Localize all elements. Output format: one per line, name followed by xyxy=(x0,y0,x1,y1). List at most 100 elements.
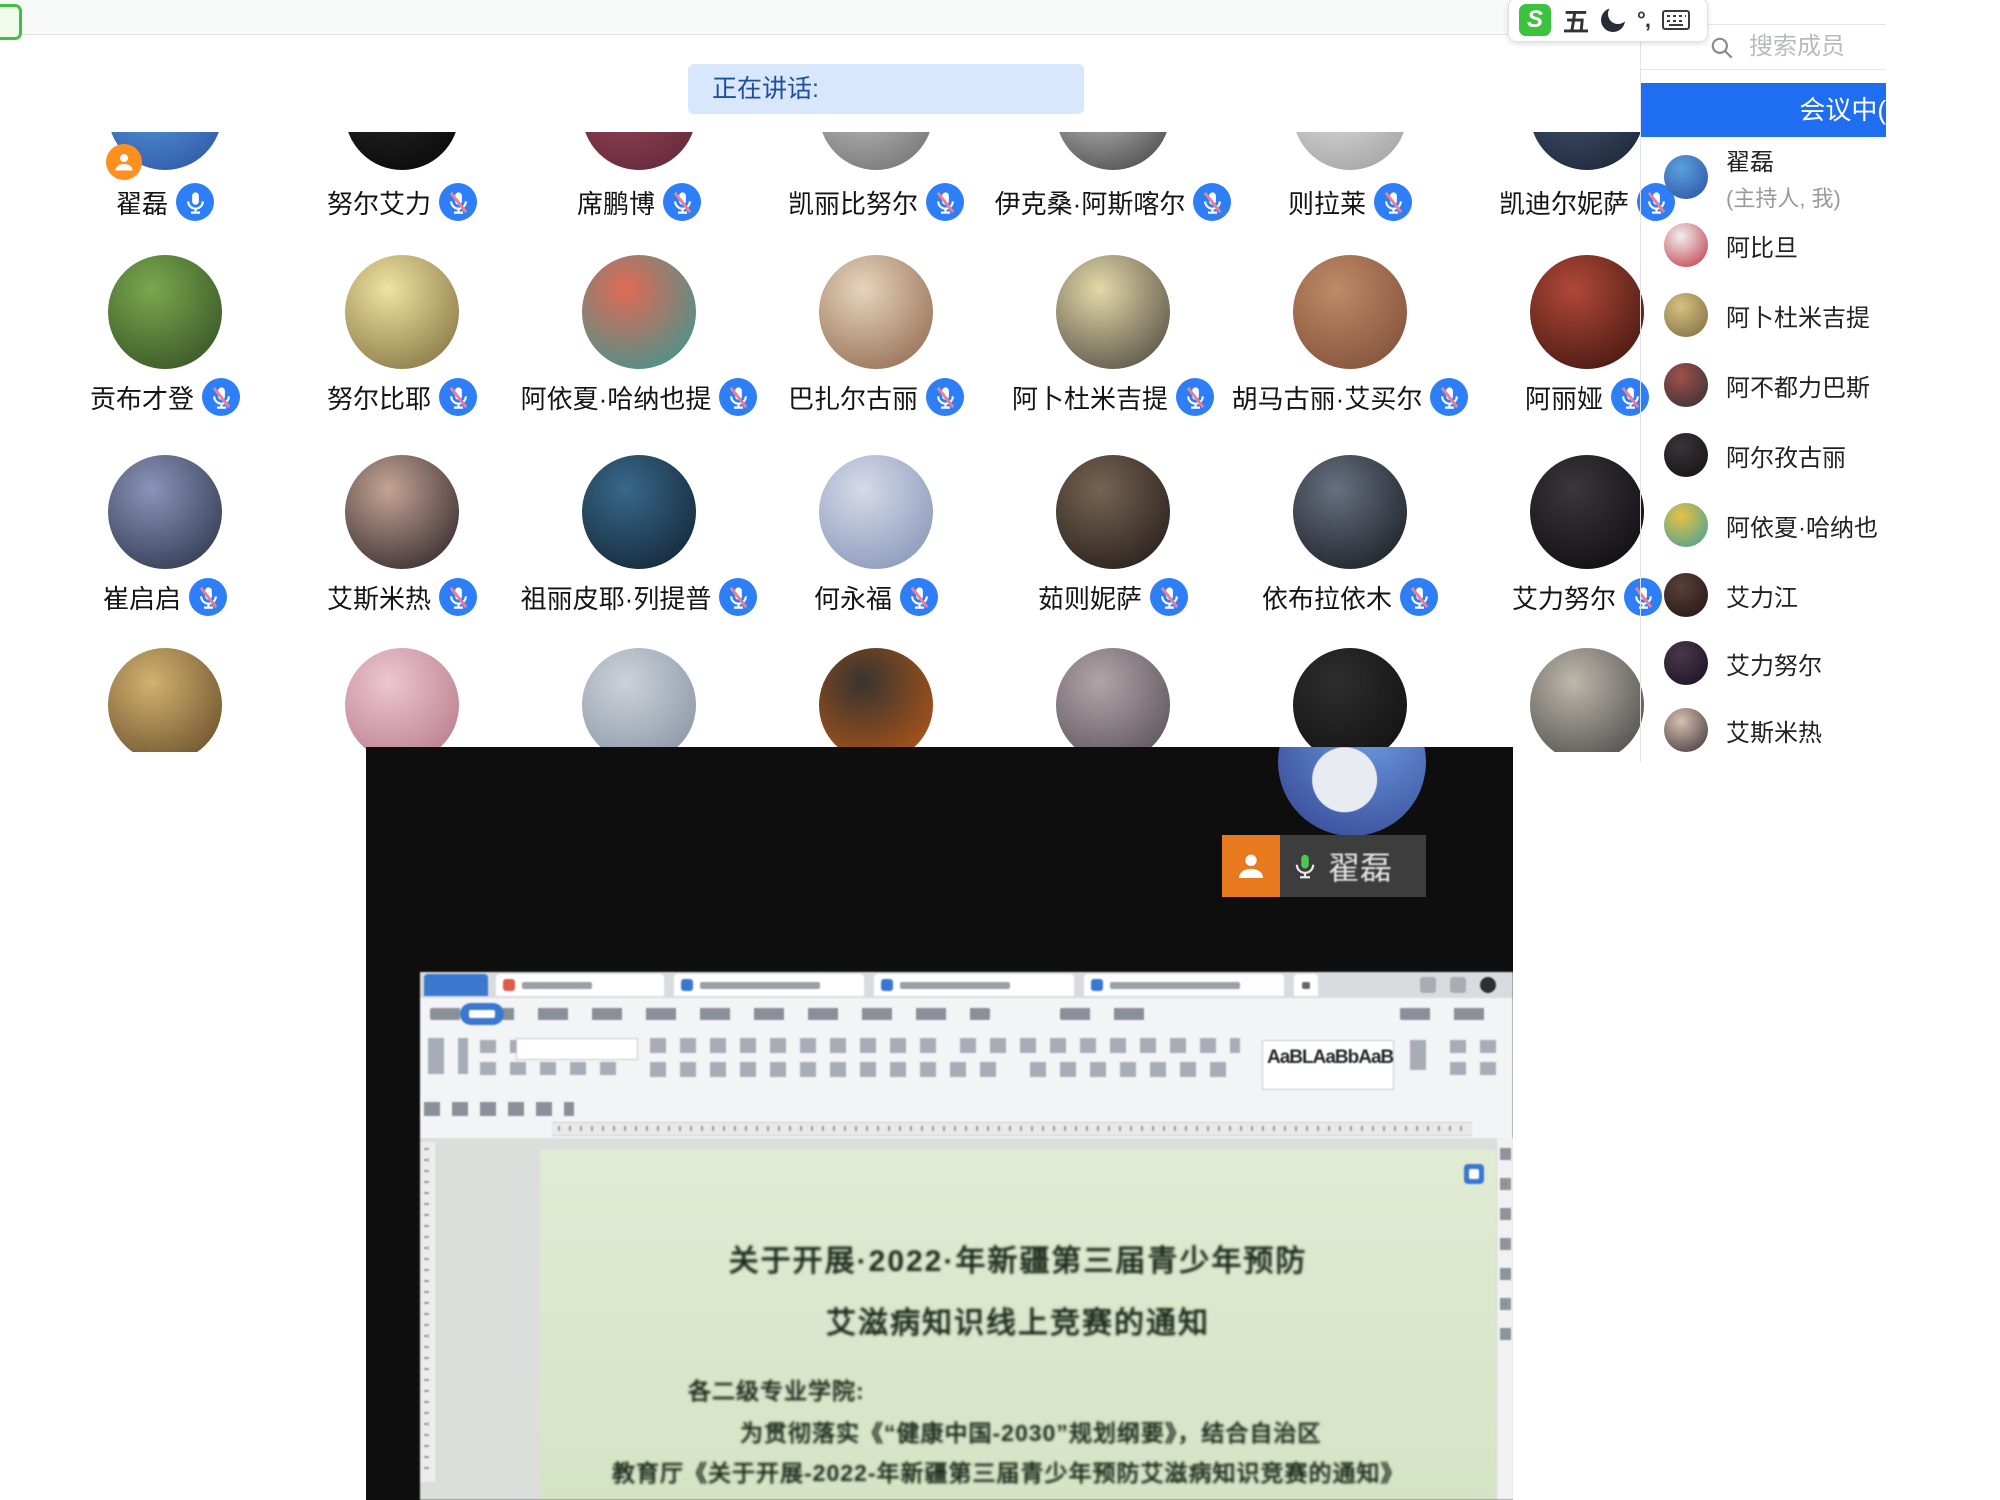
quick-access-toolbar[interactable] xyxy=(424,1102,574,1116)
ribbon-tab-selected[interactable] xyxy=(460,1003,504,1025)
mic-muted-button[interactable] xyxy=(1176,378,1214,416)
new-tab-button[interactable] xyxy=(1294,974,1318,996)
tab-5[interactable] xyxy=(1084,974,1284,996)
participant-avatar[interactable] xyxy=(108,255,222,369)
speaker-name-tag: 翟磊 xyxy=(1280,835,1426,897)
member-row[interactable]: 阿尔孜古丽 xyxy=(1646,427,1886,483)
app-corner-icon xyxy=(0,4,22,40)
participant-avatar[interactable] xyxy=(582,132,696,170)
tab-4[interactable] xyxy=(874,974,1074,996)
member-row[interactable]: 艾斯米热 xyxy=(1646,702,1886,758)
mic-muted-button[interactable] xyxy=(439,183,477,221)
ribbon-toolbar[interactable]: AaBLAaBbAaBbC xyxy=(420,998,1513,1072)
member-row[interactable]: 阿不都力巴斯 xyxy=(1646,357,1886,413)
participant-avatar[interactable] xyxy=(108,648,222,752)
participant-name: 巴扎尔古丽 xyxy=(788,379,918,416)
participant-avatar[interactable] xyxy=(1293,132,1407,170)
mic-muted-button[interactable] xyxy=(900,578,938,616)
keyboard-icon[interactable] xyxy=(1662,9,1690,31)
participant-avatar[interactable] xyxy=(582,455,696,569)
mic-muted-icon xyxy=(445,384,472,411)
document-page[interactable]: 关于开展·2022·年新疆第三届青少年预防 艾滋病知识线上竞赛的通知 各二级专业… xyxy=(540,1150,1496,1500)
participant-avatar[interactable] xyxy=(345,455,459,569)
mic-muted-button[interactable] xyxy=(189,578,227,616)
host-badge-icon xyxy=(106,144,142,180)
participant-name: 阿依夏·哈纳也提 xyxy=(521,379,712,416)
participant-avatar[interactable] xyxy=(819,132,933,170)
tab-active[interactable] xyxy=(424,974,488,996)
mic-muted-button[interactable] xyxy=(1150,578,1188,616)
shared-screen-video[interactable]: 翟磊 AaBLAaBbAaBbC xyxy=(366,747,1513,1500)
member-row[interactable]: 阿卜杜米吉提 xyxy=(1646,287,1886,343)
wubi-mode-button[interactable]: 五 xyxy=(1563,2,1589,39)
window-title-bar xyxy=(0,0,1640,35)
participant-avatar[interactable] xyxy=(345,132,459,170)
mic-muted-button[interactable] xyxy=(663,183,701,221)
participant-avatar[interactable] xyxy=(1530,132,1644,170)
mic-muted-button[interactable] xyxy=(1400,578,1438,616)
tab-2[interactable] xyxy=(496,974,664,996)
participant-avatar[interactable] xyxy=(582,255,696,369)
participant-name: 凯丽比努尔 xyxy=(788,184,918,221)
participant-name: 何永福 xyxy=(814,579,892,616)
sogou-input-icon[interactable]: S xyxy=(1519,4,1551,36)
participant-avatar[interactable] xyxy=(1293,455,1407,569)
mic-active-icon xyxy=(1290,851,1320,881)
doc-title-line1: 关于开展·2022·年新疆第三届青少年预防 xyxy=(540,1236,1496,1280)
participant-avatar[interactable] xyxy=(1530,455,1644,569)
member-row[interactable]: 阿依夏·哈纳也 xyxy=(1646,497,1886,553)
participant-avatar[interactable] xyxy=(582,648,696,752)
member-row[interactable]: 艾力努尔 xyxy=(1646,635,1886,691)
speaking-now-banner: 正在讲话: xyxy=(688,64,1084,114)
member-role-label: (主持人, 我) xyxy=(1726,181,1841,213)
participant-avatar[interactable] xyxy=(1293,648,1407,752)
participant-avatar[interactable] xyxy=(1056,648,1170,752)
participant-avatar[interactable] xyxy=(819,648,933,752)
participant-name: 依布拉依木 xyxy=(1262,579,1392,616)
in-meeting-section-header[interactable]: 会议中( xyxy=(1641,83,1886,137)
participant-avatar[interactable] xyxy=(108,455,222,569)
participant-avatar[interactable] xyxy=(1293,255,1407,369)
participant-avatar[interactable] xyxy=(1056,455,1170,569)
member-row[interactable]: 翟磊(主持人, 我) xyxy=(1646,149,1886,205)
window-controls[interactable] xyxy=(1420,977,1496,993)
mic-button[interactable] xyxy=(176,183,214,221)
mic-muted-icon xyxy=(906,584,933,611)
doc-body-line1: 为贯彻落实《“健康中国-2030”规划纲要》，结合自治区 xyxy=(740,1414,1321,1448)
participant-avatar[interactable] xyxy=(345,648,459,752)
doc-body-line2: 教育厅《关于开展-2022-年新疆第三届青少年预防艾滋病知识竞赛的通知》 xyxy=(612,1454,1404,1488)
search-input[interactable] xyxy=(1747,32,1891,62)
participant-name: 翟磊 xyxy=(116,184,168,221)
mic-muted-button[interactable] xyxy=(439,578,477,616)
punctuation-mode-button[interactable]: °, xyxy=(1637,7,1650,33)
document-tab-bar[interactable] xyxy=(420,972,1513,998)
participant-name: 阿丽娅 xyxy=(1525,379,1603,416)
member-row[interactable]: 艾力江 xyxy=(1646,567,1886,623)
mic-muted-button[interactable] xyxy=(202,378,240,416)
member-row[interactable]: 阿比旦 xyxy=(1646,217,1886,273)
comment-marker-icon[interactable] xyxy=(1464,1164,1484,1184)
mic-muted-button[interactable] xyxy=(1611,378,1649,416)
wps-document-window: AaBLAaBbAaBbC 关于开展·2022·年新疆第三届青少年预防 艾滋病知… xyxy=(420,972,1513,1500)
participant-name: 则拉莱 xyxy=(1288,184,1366,221)
participant-avatar[interactable] xyxy=(1530,255,1644,369)
tab-3[interactable] xyxy=(674,974,864,996)
participant-avatar[interactable] xyxy=(1056,255,1170,369)
mic-muted-button[interactable] xyxy=(1374,183,1412,221)
participant-avatar[interactable] xyxy=(819,455,933,569)
participant-avatar[interactable] xyxy=(819,255,933,369)
member-name: 阿不都力巴斯 xyxy=(1726,368,1870,403)
ime-toolbar[interactable]: S 五 °, xyxy=(1508,0,1708,42)
participant-avatar[interactable] xyxy=(345,255,459,369)
mic-muted-button[interactable] xyxy=(926,378,964,416)
participant-avatar[interactable] xyxy=(1530,648,1644,752)
moon-halfwidth-icon[interactable] xyxy=(1601,8,1625,32)
member-name: 艾力努尔 xyxy=(1726,646,1822,681)
style-gallery[interactable]: AaBLAaBbAaBbC xyxy=(1262,1040,1394,1090)
document-area[interactable]: 关于开展·2022·年新疆第三届青少年预防 艾滋病知识线上竞赛的通知 各二级专业… xyxy=(420,1138,1513,1500)
mic-muted-button[interactable] xyxy=(926,183,964,221)
side-toolbar[interactable] xyxy=(1496,1138,1513,1500)
member-avatar xyxy=(1664,708,1708,752)
participant-avatar[interactable] xyxy=(1056,132,1170,170)
mic-muted-button[interactable] xyxy=(439,378,477,416)
